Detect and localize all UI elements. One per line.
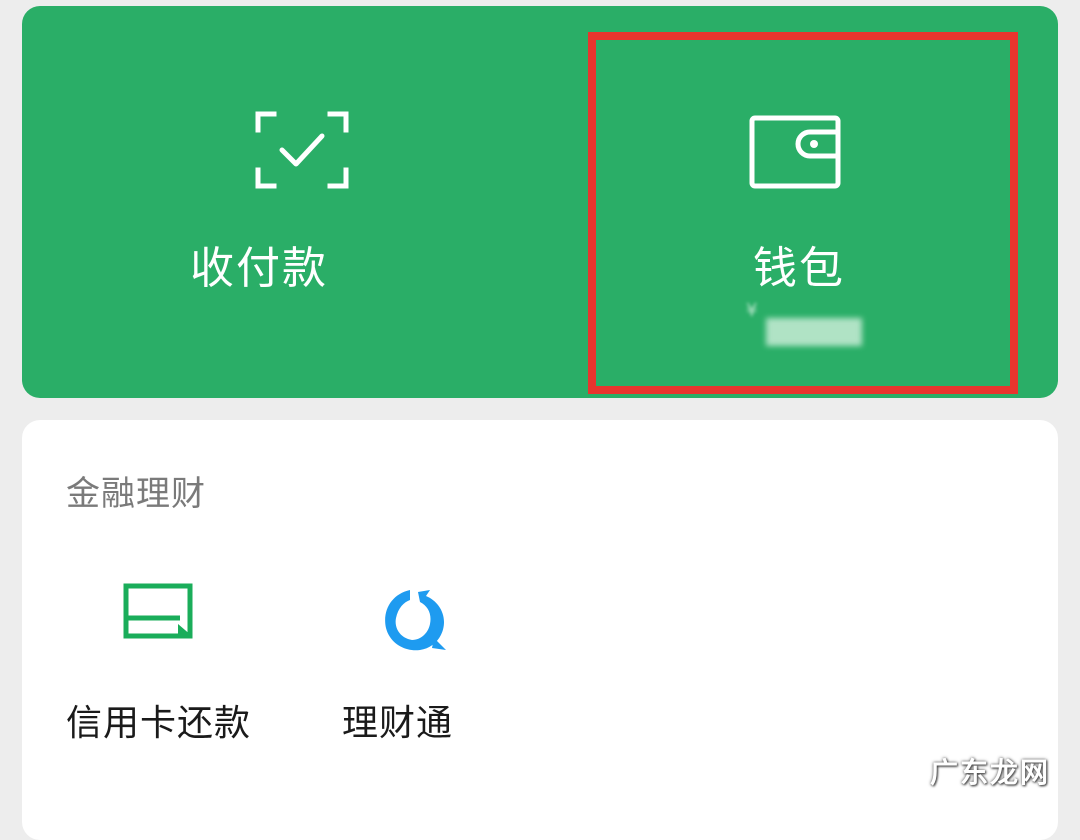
wallet-label: 钱包	[753, 243, 845, 294]
balance-currency-symbol: ¥	[746, 300, 758, 321]
pay-receive-label: 收付款	[190, 243, 328, 294]
scan-check-icon	[254, 110, 350, 190]
finance-section-title: 金融理财	[66, 474, 206, 514]
watermark-text: 广东龙网	[929, 756, 1050, 789]
pay-wallet-panel: 收付款 钱包 ¥	[22, 6, 1058, 398]
credit-card-repay-icon	[122, 580, 202, 660]
wallet-balance-blurred: ¥	[746, 300, 866, 346]
licaitong-label: 理财通	[342, 703, 454, 744]
balance-blur-mask	[766, 318, 862, 346]
credit-card-repay-label: 信用卡还款	[66, 703, 252, 744]
pay-receive-button[interactable]: 收付款	[22, 6, 540, 398]
finance-section: 金融理财 信用卡还款 理财通	[22, 420, 1058, 840]
licaitong-icon	[376, 580, 456, 660]
wallet-button[interactable]: 钱包 ¥	[540, 6, 1058, 398]
wallet-icon	[748, 112, 844, 192]
